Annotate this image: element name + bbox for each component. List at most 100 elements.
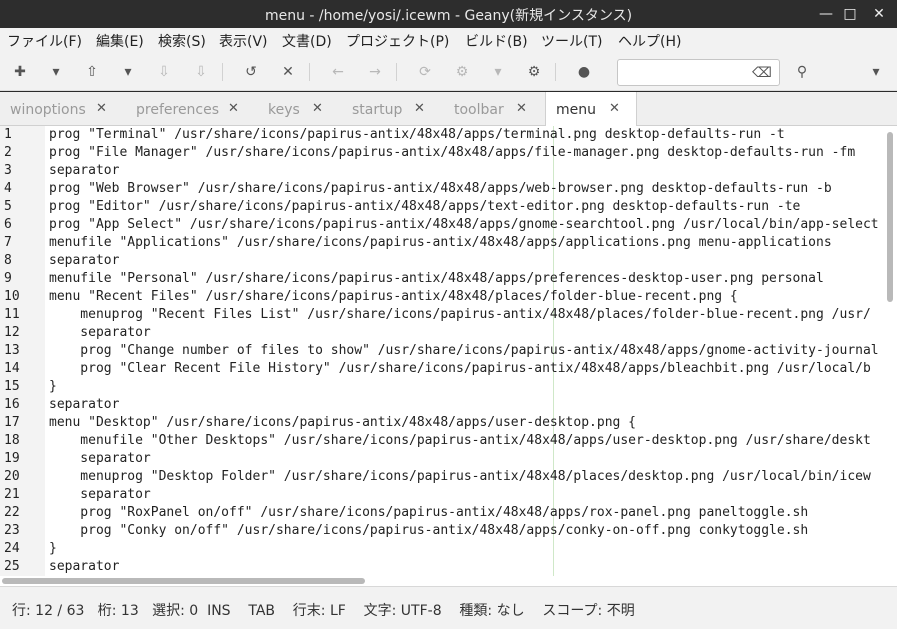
menu-edit[interactable]: 編集(E) <box>96 31 144 51</box>
menu-search[interactable]: 検索(S) <box>158 31 206 51</box>
line-number: 11 <box>4 307 20 322</box>
close-tab-icon[interactable]: ✕ <box>228 101 239 116</box>
tab-label: toolbar <box>454 102 504 118</box>
code-line[interactable]: } <box>49 540 885 558</box>
code-line[interactable]: separator <box>49 252 885 270</box>
close-tab-icon[interactable]: ✕ <box>414 101 425 116</box>
menu-build[interactable]: ビルド(B) <box>465 31 528 51</box>
tab-bar: winoptions ✕ preferences ✕ keys ✕ startu… <box>0 92 897 127</box>
tab-label: startup <box>352 102 403 118</box>
code-line[interactable]: menuprog "Desktop Folder" /usr/share/ico… <box>49 468 885 486</box>
menu-file[interactable]: ファイル(F) <box>7 31 82 51</box>
line-number: 15 <box>4 379 20 394</box>
maximize-icon[interactable]: □ <box>840 4 860 24</box>
toolbar-separator <box>396 63 397 81</box>
code-line[interactable]: prog "App Select" /usr/share/icons/papir… <box>49 216 885 234</box>
revert-icon[interactable]: ↺ <box>241 62 261 82</box>
line-number: 17 <box>4 415 20 430</box>
code-line[interactable]: separator <box>49 486 885 504</box>
line-number: 19 <box>4 451 20 466</box>
line-number: 5 <box>4 199 12 214</box>
line-number: 1 <box>4 127 12 142</box>
code-line[interactable]: menu "Desktop" /usr/share/icons/papirus-… <box>49 414 885 432</box>
line-number: 25 <box>4 559 20 574</box>
code-line[interactable]: menu "Recent Files" /usr/share/icons/pap… <box>49 288 885 306</box>
menu-tools[interactable]: ツール(T) <box>541 31 602 51</box>
new-file-icon[interactable]: ✚ <box>10 62 30 82</box>
close-tab-icon[interactable]: ✕ <box>516 101 527 116</box>
line-number: 18 <box>4 433 20 448</box>
close-tab-icon[interactable]: ✕ <box>312 101 323 116</box>
dropdown-icon[interactable]: ▾ <box>46 62 66 82</box>
code-line[interactable]: separator <box>49 450 885 468</box>
line-number: 4 <box>4 181 12 196</box>
vertical-scrollbar-thumb[interactable] <box>887 132 893 302</box>
line-number: 13 <box>4 343 20 358</box>
code-line[interactable]: separator <box>49 558 885 576</box>
color-picker-icon[interactable]: ● <box>574 62 594 82</box>
code-line[interactable]: menuprog "Recent Files List" /usr/share/… <box>49 306 885 324</box>
back-icon[interactable]: ← <box>328 62 348 82</box>
dropdown-icon[interactable]: ▾ <box>488 62 508 82</box>
build-icon[interactable]: ⚙ <box>524 62 544 82</box>
open-file-icon[interactable]: ⇧ <box>82 62 102 82</box>
menu-bar: ファイル(F) 編集(E) 検索(S) 表示(V) 文書(D) プロジェクト(P… <box>0 28 897 54</box>
close-tab-icon[interactable]: ✕ <box>609 101 620 116</box>
horizontal-scrollbar-thumb[interactable] <box>2 578 365 584</box>
code-line[interactable]: prog "RoxPanel on/off" /usr/share/icons/… <box>49 504 885 522</box>
code-line[interactable]: prog "Terminal" /usr/share/icons/papirus… <box>49 126 885 144</box>
code-line[interactable]: prog "Clear Recent File History" /usr/sh… <box>49 360 885 378</box>
menu-project[interactable]: プロジェクト(P) <box>346 31 449 51</box>
toolbar-separator <box>309 63 310 81</box>
toolbar-separator <box>222 63 223 81</box>
tab-keys[interactable]: keys ✕ <box>258 92 342 126</box>
line-number: 16 <box>4 397 20 412</box>
code-line[interactable]: prog "File Manager" /usr/share/icons/pap… <box>49 144 885 162</box>
code-line[interactable]: separator <box>49 396 885 414</box>
compile-icon[interactable]: ⚙ <box>452 62 472 82</box>
code-line[interactable]: separator <box>49 324 885 342</box>
save-icon[interactable]: ⇩ <box>154 62 174 82</box>
search-icon[interactable]: ⚲ <box>792 62 812 82</box>
toolbar-separator <box>555 63 556 81</box>
close-file-icon[interactable]: ✕ <box>278 62 298 82</box>
line-number: 14 <box>4 361 20 376</box>
tab-toolbar[interactable]: toolbar ✕ <box>444 92 545 126</box>
code-line[interactable]: } <box>49 378 885 396</box>
tab-menu[interactable]: menu ✕ <box>545 92 637 127</box>
fold-margin <box>37 126 45 576</box>
menu-view[interactable]: 表示(V) <box>219 31 268 51</box>
code-line[interactable]: prog "Conky on/off" /usr/share/icons/pap… <box>49 522 885 540</box>
line-number: 6 <box>4 217 12 232</box>
overflow-menu-icon[interactable]: ▾ <box>866 62 886 82</box>
close-tab-icon[interactable]: ✕ <box>96 101 107 116</box>
title-bar: menu - /home/yosi/.icewm - Geany(新規インスタン… <box>0 0 897 28</box>
code-line[interactable]: prog "Web Browser" /usr/share/icons/papi… <box>49 180 885 198</box>
code-line[interactable]: menufile "Applications" /usr/share/icons… <box>49 234 885 252</box>
line-number: 24 <box>4 541 20 556</box>
dropdown-icon[interactable]: ▾ <box>118 62 138 82</box>
line-number: 22 <box>4 505 20 520</box>
code-line[interactable]: prog "Editor" /usr/share/icons/papirus-a… <box>49 198 885 216</box>
close-icon[interactable]: ✕ <box>869 4 889 24</box>
code-line[interactable]: menufile "Personal" /usr/share/icons/pap… <box>49 270 885 288</box>
tab-preferences[interactable]: preferences ✕ <box>126 92 257 126</box>
search-input[interactable] <box>624 64 744 82</box>
reload-icon[interactable]: ⟳ <box>415 62 435 82</box>
search-field[interactable]: ⌫ <box>617 59 780 86</box>
line-number: 7 <box>4 235 12 250</box>
code-line[interactable]: separator <box>49 162 885 180</box>
clear-search-icon[interactable]: ⌫ <box>752 63 772 83</box>
code-line[interactable]: menufile "Other Desktops" /usr/share/ico… <box>49 432 885 450</box>
menu-help[interactable]: ヘルプ(H) <box>618 31 681 51</box>
tab-winoptions[interactable]: winoptions ✕ <box>0 92 125 126</box>
tab-startup[interactable]: startup ✕ <box>342 92 444 126</box>
save-all-icon[interactable]: ⇩ <box>191 62 211 82</box>
window-title: menu - /home/yosi/.icewm - Geany(新規インスタン… <box>264 8 633 24</box>
tab-label: preferences <box>136 102 220 118</box>
code-line[interactable]: prog "Change number of files to show" /u… <box>49 342 885 360</box>
forward-icon[interactable]: → <box>365 62 385 82</box>
menu-document[interactable]: 文書(D) <box>282 31 332 51</box>
code-editor[interactable]: 1 prog "Terminal" /usr/share/icons/papiru… <box>0 126 897 576</box>
minimize-icon[interactable]: — <box>816 4 836 24</box>
